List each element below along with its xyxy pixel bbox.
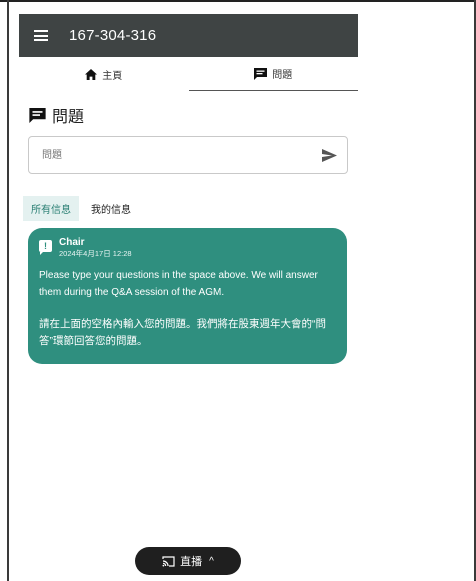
caret-up-icon: ^ [209, 555, 214, 567]
question-input-box [28, 136, 348, 174]
tab-home-label: 主頁 [102, 70, 123, 82]
hamburger-menu-icon[interactable] [34, 30, 48, 41]
alert-chat-icon: ! [39, 240, 52, 255]
question-input[interactable] [40, 148, 304, 162]
message-header: ! Chair 2024年4月17日 12:28 [39, 237, 336, 259]
chat-icon [254, 67, 268, 80]
window-left-border [7, 0, 9, 581]
tab-questions[interactable]: 問題 [188, 57, 358, 91]
message-timestamp: 2024年4月17日 12:28 [59, 249, 132, 258]
app-panel: 167-304-316 主頁 問題 問題 所有信息 我的信息 ! Chair 2… [19, 14, 358, 581]
tab-all-messages[interactable]: 所有信息 [23, 196, 79, 221]
chat-icon [29, 107, 46, 123]
meeting-id: 167-304-316 [69, 27, 157, 44]
message-filter-tabs: 所有信息 我的信息 [23, 196, 358, 221]
message-body-english: Please type your questions in the space … [39, 270, 318, 298]
tab-questions-label: 問題 [272, 70, 293, 81]
tab-home[interactable]: 主頁 [19, 57, 189, 91]
home-icon [85, 68, 98, 80]
message-card: ! Chair 2024年4月17日 12:28 Please type you… [28, 228, 347, 364]
questions-section-title: 問題 [29, 103, 358, 127]
message-body-chinese: 請在上面的空格內輸入您的問題。我們將在股東週年大會的“問答”環節回答您的問題。 [39, 318, 326, 347]
message-sender: Chair [59, 237, 85, 248]
tab-my-messages[interactable]: 我的信息 [83, 196, 139, 221]
page-title: 問題 [52, 109, 85, 126]
window-top-border [0, 0, 476, 10]
send-icon[interactable] [322, 148, 337, 162]
main-tabs: 主頁 問題 [19, 57, 358, 91]
cast-icon [162, 555, 175, 567]
live-stream-button[interactable]: 直播 ^ [135, 547, 241, 575]
top-bar: 167-304-316 [19, 14, 358, 57]
live-label: 直播 [180, 556, 203, 568]
